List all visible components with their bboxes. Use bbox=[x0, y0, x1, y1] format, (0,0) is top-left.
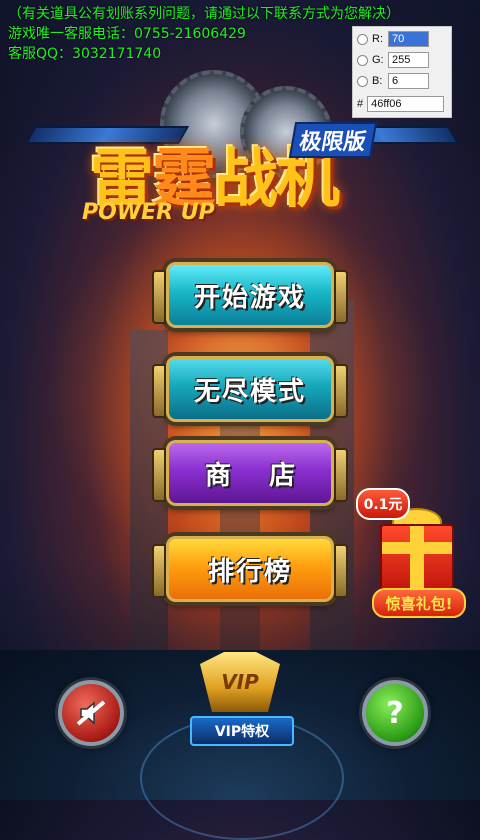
game-logo: 雷霆战机 极限版 POWER UP bbox=[24, 66, 460, 246]
leaderboard-button[interactable]: 排行榜 bbox=[152, 536, 348, 602]
logo-edition: 极限版 bbox=[288, 122, 378, 158]
r-label: R: bbox=[372, 33, 383, 45]
help-button[interactable]: ? bbox=[362, 680, 428, 746]
r-radio[interactable] bbox=[357, 33, 368, 45]
notice-line-1: （有关道具公有划账系列问题，请通过以下联系方式为您解决） bbox=[8, 6, 400, 22]
vip-emblem-icon[interactable]: VIP bbox=[200, 652, 280, 712]
gift-price-badge: 0.1元 bbox=[356, 488, 410, 520]
leaderboard-label: 排行榜 bbox=[207, 556, 292, 587]
shop-button[interactable]: 商店 bbox=[152, 440, 348, 506]
help-icon: ? bbox=[386, 695, 404, 731]
shop-label: 商店 bbox=[204, 460, 333, 491]
gift-pack-label[interactable]: 惊喜礼包! bbox=[372, 588, 466, 618]
sound-mute-icon bbox=[76, 700, 106, 726]
endless-mode-label: 无尽模式 bbox=[193, 376, 306, 407]
start-game-button[interactable]: 开始游戏 bbox=[152, 262, 348, 328]
start-game-label: 开始游戏 bbox=[193, 282, 306, 313]
g-radio[interactable] bbox=[357, 54, 368, 66]
gift-box-icon[interactable] bbox=[380, 524, 454, 594]
r-value-field[interactable]: 70 bbox=[388, 31, 429, 47]
logo-powerup: POWER UP bbox=[82, 200, 215, 225]
sound-toggle-button[interactable] bbox=[58, 680, 124, 746]
endless-mode-button[interactable]: 无尽模式 bbox=[152, 356, 348, 422]
vip-privilege-button[interactable]: VIP特权 bbox=[190, 716, 294, 746]
g-label: G: bbox=[372, 54, 384, 66]
